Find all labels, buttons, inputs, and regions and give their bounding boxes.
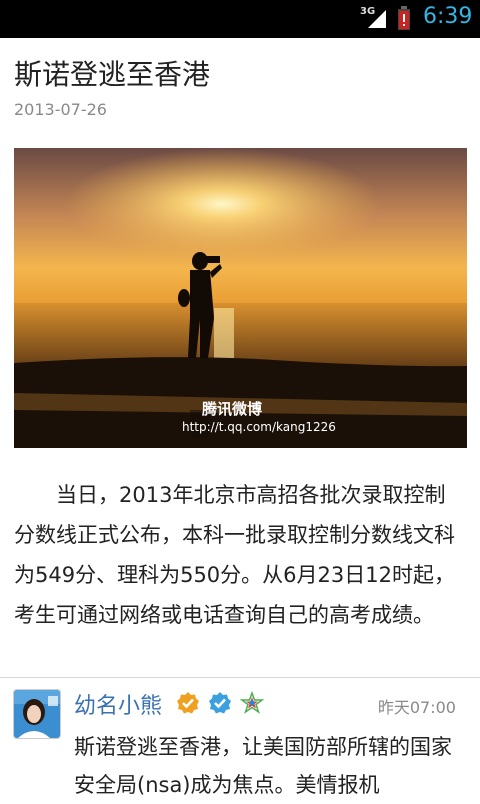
comment-item[interactable]: 幼名小熊 昨天07:00 斯诺登逃至香港，让美国防部所辖的国家安全局(nsa)成… bbox=[0, 678, 480, 800]
article-title: 斯诺登逃至香港 bbox=[14, 58, 211, 91]
watermark-url: http://t.qq.com/kang1226 bbox=[182, 420, 336, 434]
status-time: 6:39 bbox=[423, 4, 473, 29]
star-badge-icon bbox=[240, 691, 264, 714]
blue-verified-badge-icon bbox=[209, 692, 231, 714]
battery-warning-icon bbox=[398, 6, 410, 30]
gold-verified-badge-icon bbox=[177, 692, 199, 714]
status-bar: 3G 6:39 bbox=[0, 0, 480, 38]
article-body: 当日，2013年北京市高招各批次录取控制分数线正式公布，本科一批录取控制分数线文… bbox=[14, 483, 455, 627]
avatar[interactable] bbox=[13, 689, 61, 739]
comment-text: 斯诺登逃至香港，让美国防部所辖的国家安全局(nsa)成为焦点。美情报机 bbox=[74, 735, 452, 797]
article-date: 2013-07-26 bbox=[14, 100, 107, 119]
photo-watermark: 腾讯微博 http://t.qq.com/kang1226 bbox=[182, 400, 336, 434]
comment-time: 昨天07:00 bbox=[377, 698, 456, 717]
signal-icon bbox=[368, 10, 386, 28]
watermark-brand: 腾讯微博 bbox=[202, 400, 263, 418]
article-photo[interactable]: 腾讯微博 http://t.qq.com/kang1226 bbox=[14, 148, 467, 448]
comment-username[interactable]: 幼名小熊 bbox=[74, 688, 162, 720]
